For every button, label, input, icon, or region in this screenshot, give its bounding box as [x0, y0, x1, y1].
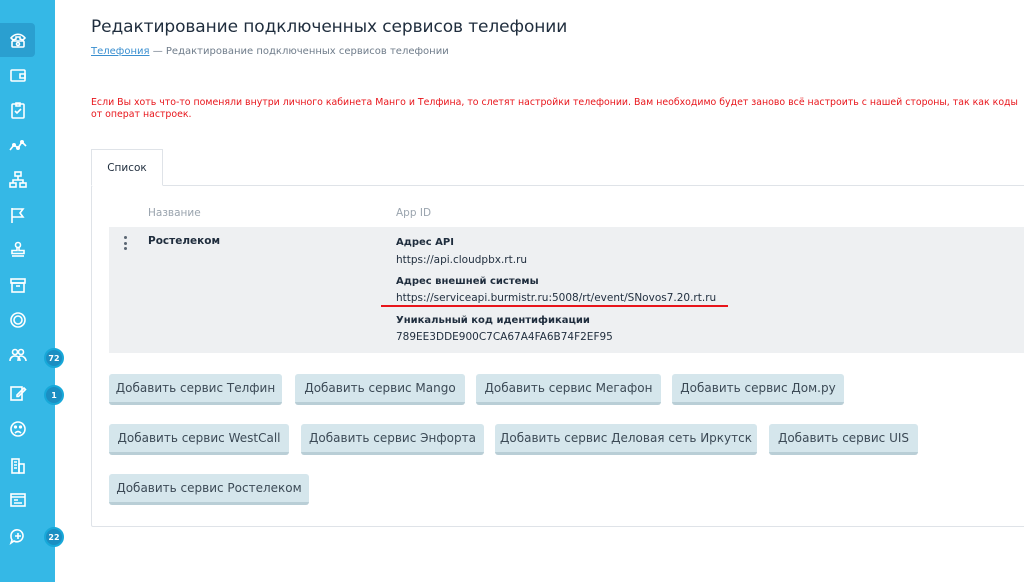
sidebar-item-wallet[interactable]: [0, 58, 35, 92]
tab-list[interactable]: Список: [91, 149, 163, 186]
sidebar-item-chat[interactable]: [0, 519, 35, 553]
row-menu-icon[interactable]: [122, 236, 128, 250]
sidebar-item-buildings[interactable]: [0, 449, 35, 483]
chat-add-icon: [9, 529, 24, 545]
add-domru-button[interactable]: Добавить сервис Дом.ру: [672, 374, 844, 405]
stamp-icon: [10, 241, 25, 257]
add-rostelecom-button[interactable]: Добавить сервис Ростелеком: [109, 474, 309, 505]
add-mango-button[interactable]: Добавить сервис Mango: [295, 374, 465, 405]
sidebar-item-edit[interactable]: [0, 376, 35, 410]
sidebar-item-structure[interactable]: [0, 163, 35, 197]
add-enforta-button[interactable]: Добавить сервис Энфорта: [301, 424, 484, 455]
add-telfin-button[interactable]: Добавить сервис Телфин: [109, 374, 282, 405]
sidebar-item-archive[interactable]: [0, 268, 35, 302]
field-value-uid: 789EE3DDE900C7CA67A4FA6B74F2EF95: [396, 331, 613, 343]
phone-icon: [9, 33, 26, 48]
edit-icon: [9, 386, 27, 401]
building-icon: [10, 458, 25, 474]
field-value-external: https://serviceapi.burmistr.ru:5008/rt/e…: [396, 292, 717, 304]
org-structure-icon: [8, 171, 27, 188]
page-title: Редактирование подключенных сервисов тел…: [91, 17, 568, 37]
add-irkutsk-button[interactable]: Добавить сервис Деловая сеть Иркутск: [495, 424, 757, 455]
sad-face-icon: [9, 421, 26, 437]
breadcrumb-link-telephony[interactable]: Телефония: [91, 46, 150, 57]
warning-message: Если Вы хоть что-то поменяли внутри личн…: [91, 97, 1018, 120]
sidebar-item-window[interactable]: [0, 483, 35, 517]
wallet-icon: [9, 69, 26, 82]
field-label-api: Адрес API: [396, 237, 454, 248]
users-icon: [8, 348, 27, 362]
highlight-underline: [381, 305, 728, 307]
sidebar-item-telephony[interactable]: [0, 23, 35, 57]
add-megafon-button[interactable]: Добавить сервис Мегафон: [476, 374, 661, 405]
window-icon: [9, 493, 26, 507]
field-value-api: https://api.cloudpbx.rt.ru: [396, 254, 528, 266]
breadcrumb: Телефония — Редактирование подключенных …: [91, 46, 449, 57]
field-label-uid: Уникальный код идентификации: [396, 315, 590, 326]
chart-icon: [8, 140, 27, 151]
sidebar-item-finance[interactable]: [0, 303, 35, 337]
column-header-name: Название: [148, 207, 201, 219]
breadcrumb-separator: —: [152, 46, 163, 57]
sidebar-item-analytics[interactable]: [0, 128, 35, 162]
add-westcall-button[interactable]: Добавить сервис WestCall: [109, 424, 289, 455]
column-header-app-id: App ID: [396, 207, 432, 219]
users-badge: 72: [44, 348, 64, 368]
flag-icon: [10, 208, 25, 223]
sidebar-item-stamp[interactable]: [0, 233, 35, 267]
sidebar-item-flags[interactable]: [0, 198, 35, 232]
coin-icon: [9, 312, 26, 328]
sidebar-item-users[interactable]: [0, 338, 35, 372]
sidebar-item-tasks[interactable]: [0, 93, 35, 127]
clipboard-icon: [10, 102, 25, 119]
add-uis-button[interactable]: Добавить сервис UIS: [769, 424, 918, 455]
field-label-external: Адрес внешней системы: [396, 276, 539, 287]
chat-badge: 22: [44, 527, 64, 547]
edit-badge: 1: [44, 385, 64, 405]
sidebar-item-complaints[interactable]: [0, 412, 35, 446]
sidebar: 72 1 22: [0, 0, 64, 582]
archive-icon: [9, 278, 26, 293]
row-service-name: Ростелеком: [148, 235, 221, 247]
breadcrumb-current: Редактирование подключенных сервисов тел…: [165, 46, 449, 57]
